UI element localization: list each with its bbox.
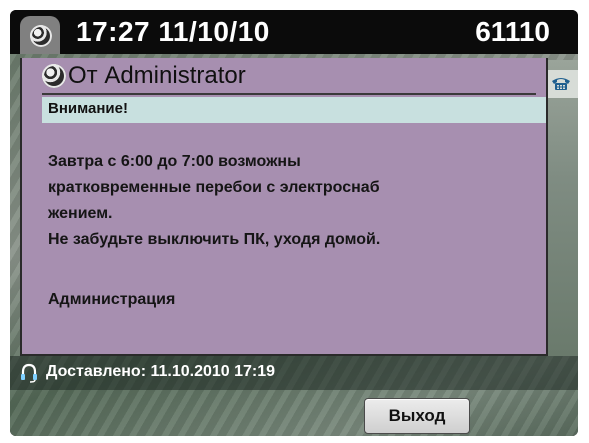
header-datetime: 17:27 11/10/10 bbox=[76, 16, 270, 47]
header-bar: 17:27 11/10/10 61110 bbox=[10, 10, 578, 54]
message-line: Завтра с 6:00 до 7:00 возможны bbox=[48, 153, 301, 170]
phone-icon bbox=[552, 78, 570, 90]
globe-icon bbox=[42, 64, 66, 88]
phone-screen: 17:27 11/10/10 61110 От Administrator Вн… bbox=[10, 10, 578, 436]
message-subject-bar[interactable]: Внимание! bbox=[42, 97, 546, 123]
line-button[interactable] bbox=[544, 70, 578, 98]
title-divider bbox=[42, 93, 536, 95]
message-body: Завтра с 6:00 до 7:00 возможны кратковре… bbox=[42, 123, 542, 349]
line-strip bbox=[544, 60, 578, 356]
globe-icon bbox=[30, 25, 52, 47]
message-line: Не забудьте выключить ПК, уходя домой. bbox=[48, 231, 381, 248]
message-title: От Administrator bbox=[68, 62, 246, 89]
message-line: кратковременные перебои с электроснаб bbox=[48, 179, 380, 196]
message-line: жением. bbox=[48, 205, 113, 222]
message-panel: От Administrator Внимание! Завтра с 6:00… bbox=[20, 58, 548, 356]
header-extension: 61110 bbox=[475, 16, 550, 47]
softkey-bar: Выход bbox=[10, 392, 578, 436]
header-tab bbox=[20, 16, 60, 54]
message-subject: Внимание! bbox=[48, 100, 128, 117]
message-header: От Administrator bbox=[42, 62, 522, 92]
headset-icon bbox=[21, 363, 37, 383]
delivered-status: Доставлено: 11.10.2010 17:19 bbox=[46, 363, 276, 380]
message-signature: Администрация bbox=[48, 291, 176, 308]
status-bar: Доставлено: 11.10.2010 17:19 bbox=[10, 356, 578, 390]
exit-button[interactable]: Выход bbox=[364, 398, 470, 434]
